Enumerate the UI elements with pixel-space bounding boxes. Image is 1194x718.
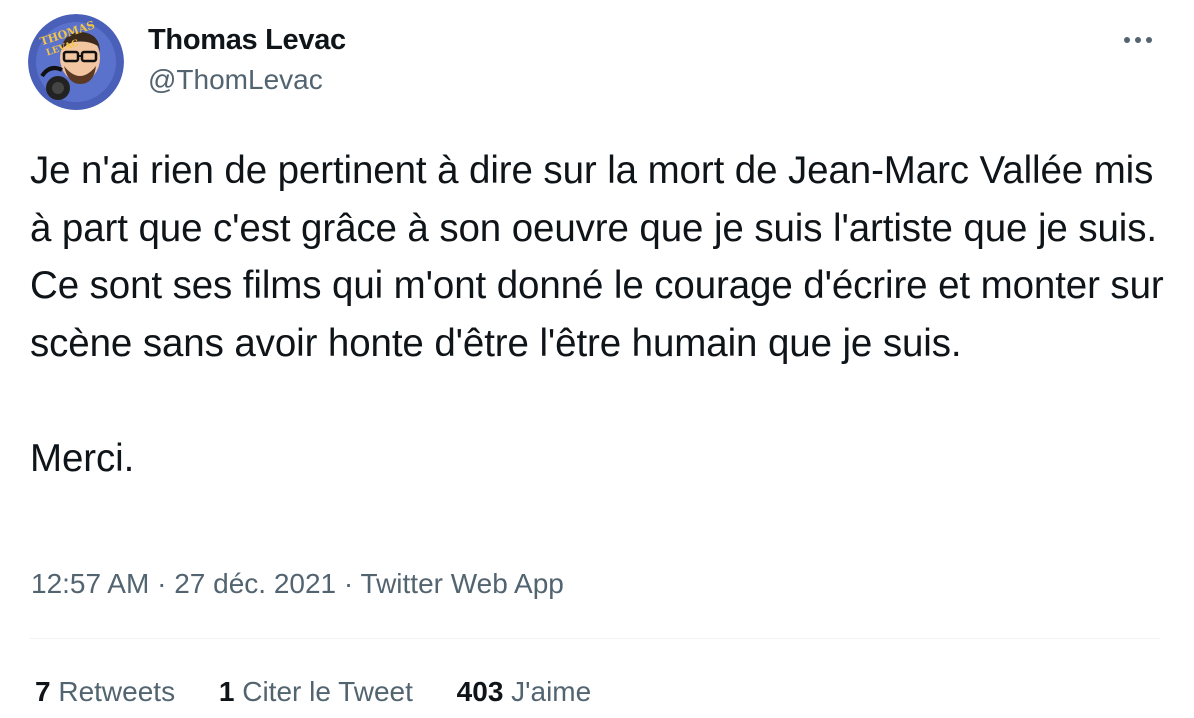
avatar[interactable]: THOMAS LEVAC xyxy=(28,14,124,110)
tweet-text: Je n'ai rien de pertinent à dire sur la … xyxy=(30,142,1170,487)
tweet-meta: 12:57 AM · 27 déc. 2021 · Twitter Web Ap… xyxy=(31,568,564,600)
quote-count: 1 xyxy=(218,676,235,707)
tweet-time-link[interactable]: 12:57 AM xyxy=(31,568,149,599)
meta-separator: · xyxy=(157,568,167,599)
tweet-paragraph: Merci. xyxy=(30,436,135,480)
quote-label: Citer le Tweet xyxy=(242,676,413,707)
tweet-stats: 7 Retweets 1 Citer le Tweet 403 J'aime xyxy=(35,676,627,708)
more-options-button[interactable] xyxy=(1118,28,1158,52)
tweet-source-link[interactable]: Twitter Web App xyxy=(361,568,564,599)
tweet-card: THOMAS LEVAC Thomas Levac @ThomLevac Je … xyxy=(0,0,1194,718)
tweet-paragraph: Je n'ai rien de pertinent à dire sur la … xyxy=(30,149,1164,365)
ellipsis-icon xyxy=(1124,37,1152,43)
retweet-count: 7 xyxy=(35,676,51,707)
tweet-date-link[interactable]: 27 déc. 2021 xyxy=(174,568,336,599)
author-name[interactable]: Thomas Levac xyxy=(148,24,346,57)
stat-likes[interactable]: 403 J'aime xyxy=(457,676,592,708)
author-handle[interactable]: @ThomLevac xyxy=(148,64,323,96)
stat-retweets[interactable]: 7 Retweets xyxy=(35,676,175,708)
like-label: J'aime xyxy=(511,676,592,707)
stat-quote-tweets[interactable]: 1 Citer le Tweet xyxy=(219,676,413,708)
like-count: 403 xyxy=(456,676,504,707)
retweet-label: Retweets xyxy=(58,676,176,707)
meta-separator: · xyxy=(343,568,354,599)
divider xyxy=(30,638,1160,639)
avatar-image: THOMAS LEVAC xyxy=(28,14,124,110)
